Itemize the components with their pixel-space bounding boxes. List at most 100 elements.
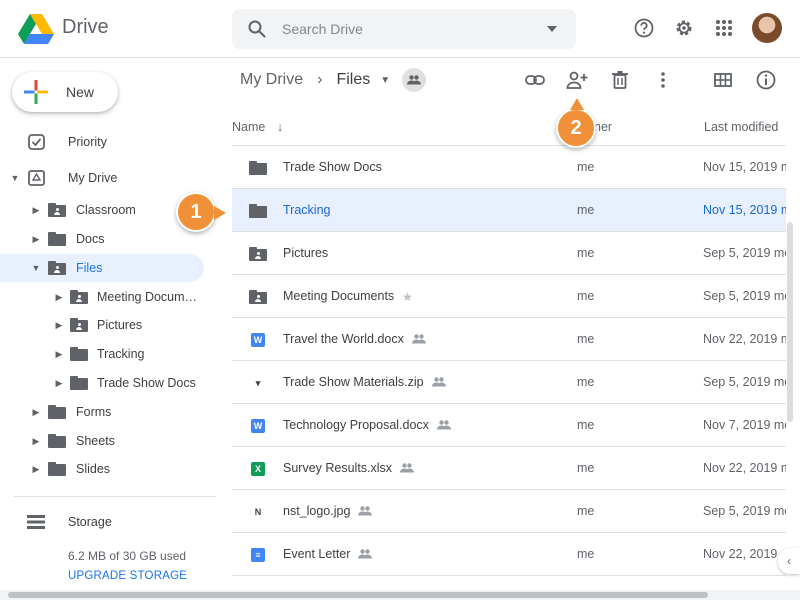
shared-people-icon — [431, 376, 446, 390]
shared-people-icon[interactable] — [402, 68, 427, 92]
chevron-down-icon[interactable]: ▼ — [380, 75, 390, 86]
file-owner: me — [577, 418, 595, 432]
new-button-label: New — [66, 84, 95, 100]
folder-shared-icon — [70, 318, 88, 332]
file-last-modified: Sep 5, 2019 me — [703, 289, 786, 303]
drive-logo-icon[interactable] — [18, 12, 54, 44]
sort-arrow-down-icon[interactable]: ↓ — [277, 120, 283, 134]
sidebar-item-priority[interactable]: Priority — [0, 128, 220, 156]
file-name-text: Event Letter — [283, 547, 351, 561]
sidebar-item-meeting-documents[interactable]: ▶ Meeting Documen... — [0, 283, 204, 311]
expand-right-icon[interactable]: ▶ — [31, 436, 41, 447]
file-name-text: Pictures — [283, 246, 329, 260]
file-name: Tracking — [283, 203, 330, 217]
sidebar-item-pictures[interactable]: ▶ Pictures — [0, 311, 204, 339]
file-name: Survey Results.xlsx — [283, 461, 415, 476]
folder-icon — [70, 347, 88, 361]
table-row[interactable]: ▾ Trade Show Materials.zip me Sep 5, 2019 m… — [232, 361, 786, 404]
table-row[interactable]: X Survey Results.xlsx me Nov 22, 2019 me — [232, 447, 786, 490]
trash-icon[interactable] — [608, 68, 632, 92]
storage-used-text: 6.2 MB of 30 GB used — [68, 549, 187, 563]
share-add-person-icon[interactable] — [565, 68, 589, 92]
expand-right-icon[interactable]: ▶ — [31, 407, 41, 418]
sidebar-item-trade-show-docs[interactable]: ▶ Trade Show Docs — [0, 369, 204, 397]
file-last-modified: Nov 7, 2019 me — [703, 418, 786, 432]
grid-view-icon[interactable] — [711, 68, 735, 92]
table-row[interactable]: W Technology Proposal.docx me Nov 7, 2019 m… — [232, 404, 786, 447]
settings-icon[interactable] — [673, 17, 695, 39]
sidebar-item-my-drive[interactable]: ▼ My Drive — [0, 164, 220, 192]
search-icon[interactable] — [246, 18, 268, 40]
folder-shared-icon — [249, 289, 267, 305]
folder-icon — [48, 405, 66, 419]
file-owner: me — [577, 203, 595, 217]
column-owner[interactable]: ner — [594, 120, 612, 134]
avatar[interactable] — [752, 13, 782, 43]
column-name[interactable]: Name ↓ — [232, 120, 283, 134]
table-row[interactable]: Pictures me Sep 5, 2019 me — [232, 232, 786, 275]
link-icon[interactable] — [523, 68, 547, 92]
sidebar-item-label: Pictures — [97, 318, 143, 332]
table-row[interactable]: ≡ Event Letter me Nov 22, 2019 me — [232, 533, 786, 576]
expand-down-icon[interactable]: ▼ — [10, 173, 20, 183]
expand-right-icon[interactable]: ▶ — [54, 378, 64, 389]
drive-icon — [28, 170, 45, 186]
search-options-icon[interactable] — [546, 23, 558, 35]
new-button[interactable]: New — [12, 72, 118, 112]
sidebar-item-slides[interactable]: ▶ Slides — [0, 455, 204, 483]
expand-down-icon[interactable]: ▼ — [31, 263, 41, 273]
horizontal-scrollbar[interactable] — [0, 590, 800, 600]
expand-right-icon[interactable]: ▶ — [31, 205, 41, 216]
expand-right-icon[interactable]: ▶ — [31, 234, 41, 245]
file-owner: me — [577, 375, 595, 389]
table-row[interactable]: Meeting Documents ★ me Sep 5, 2019 me — [232, 275, 786, 318]
sidebar-item-classroom[interactable]: ▶ Classroom — [0, 196, 204, 224]
table-row[interactable]: Trade Show Docs me Nov 15, 2019 m — [232, 146, 786, 189]
sidebar-item-sheets[interactable]: ▶ Sheets — [0, 427, 204, 455]
scrollbar-thumb[interactable] — [8, 592, 708, 598]
file-name-text: Survey Results.xlsx — [283, 461, 393, 475]
sidebar-item-storage[interactable]: Storage — [0, 508, 220, 536]
apps-grid-icon[interactable] — [713, 17, 735, 39]
expand-right-icon[interactable]: ▶ — [54, 292, 64, 303]
expand-right-icon[interactable]: ▶ — [54, 320, 64, 331]
side-panel-toggle[interactable]: ‹ — [778, 548, 800, 574]
search-input[interactable] — [282, 21, 532, 37]
file-owner: me — [577, 160, 595, 174]
file-name-text: Trade Show Docs — [283, 160, 382, 174]
sidebar-item-label: Trade Show Docs — [97, 376, 196, 390]
sidebar-item-files[interactable]: ▼ Files — [0, 254, 204, 282]
info-icon[interactable] — [754, 68, 778, 92]
breadcrumb-files[interactable]: Files — [336, 71, 370, 89]
sidebar-item-tracking[interactable]: ▶ Tracking — [0, 340, 204, 368]
scrollbar-thumb[interactable] — [787, 222, 793, 422]
file-name: Event Letter — [283, 547, 373, 562]
breadcrumb-my-drive[interactable]: My Drive — [240, 71, 303, 89]
more-vert-icon[interactable] — [651, 68, 675, 92]
search-bar[interactable] — [232, 9, 576, 49]
chevron-left-icon: ‹ — [787, 554, 791, 568]
expand-right-icon[interactable]: ▶ — [54, 349, 64, 360]
app-title[interactable]: Drive — [62, 16, 109, 39]
file-owner: me — [577, 289, 595, 303]
sidebar-item-label: Files — [76, 261, 103, 275]
vertical-scrollbar[interactable] — [786, 102, 794, 580]
sidebar-item-forms[interactable]: ▶ Forms — [0, 398, 204, 426]
shared-people-icon — [358, 505, 373, 519]
sidebar-item-label: Priority — [68, 135, 107, 149]
file-name-text: nst_logo.jpg — [283, 504, 351, 518]
help-icon[interactable] — [633, 17, 655, 39]
folder-icon — [48, 434, 66, 448]
table-row[interactable]: Tracking me Nov 15, 2019 m — [232, 189, 786, 232]
file-name-text: Technology Proposal.docx — [283, 418, 429, 432]
upgrade-storage-link[interactable]: UPGRADE STORAGE — [68, 570, 187, 582]
file-last-modified: Nov 15, 2019 m — [703, 160, 786, 174]
folder-icon — [70, 376, 88, 390]
word-doc-icon: W — [249, 418, 267, 434]
table-row[interactable]: W Travel the World.docx me Nov 22, 2019 me — [232, 318, 786, 361]
file-name: Pictures — [283, 246, 328, 260]
column-last-modified[interactable]: Last modified — [704, 120, 778, 134]
expand-right-icon[interactable]: ▶ — [31, 464, 41, 475]
table-row[interactable]: Nnst_logo.jpg me Sep 5, 2019 me — [232, 490, 786, 533]
sidebar-item-docs[interactable]: ▶ Docs — [0, 225, 204, 253]
